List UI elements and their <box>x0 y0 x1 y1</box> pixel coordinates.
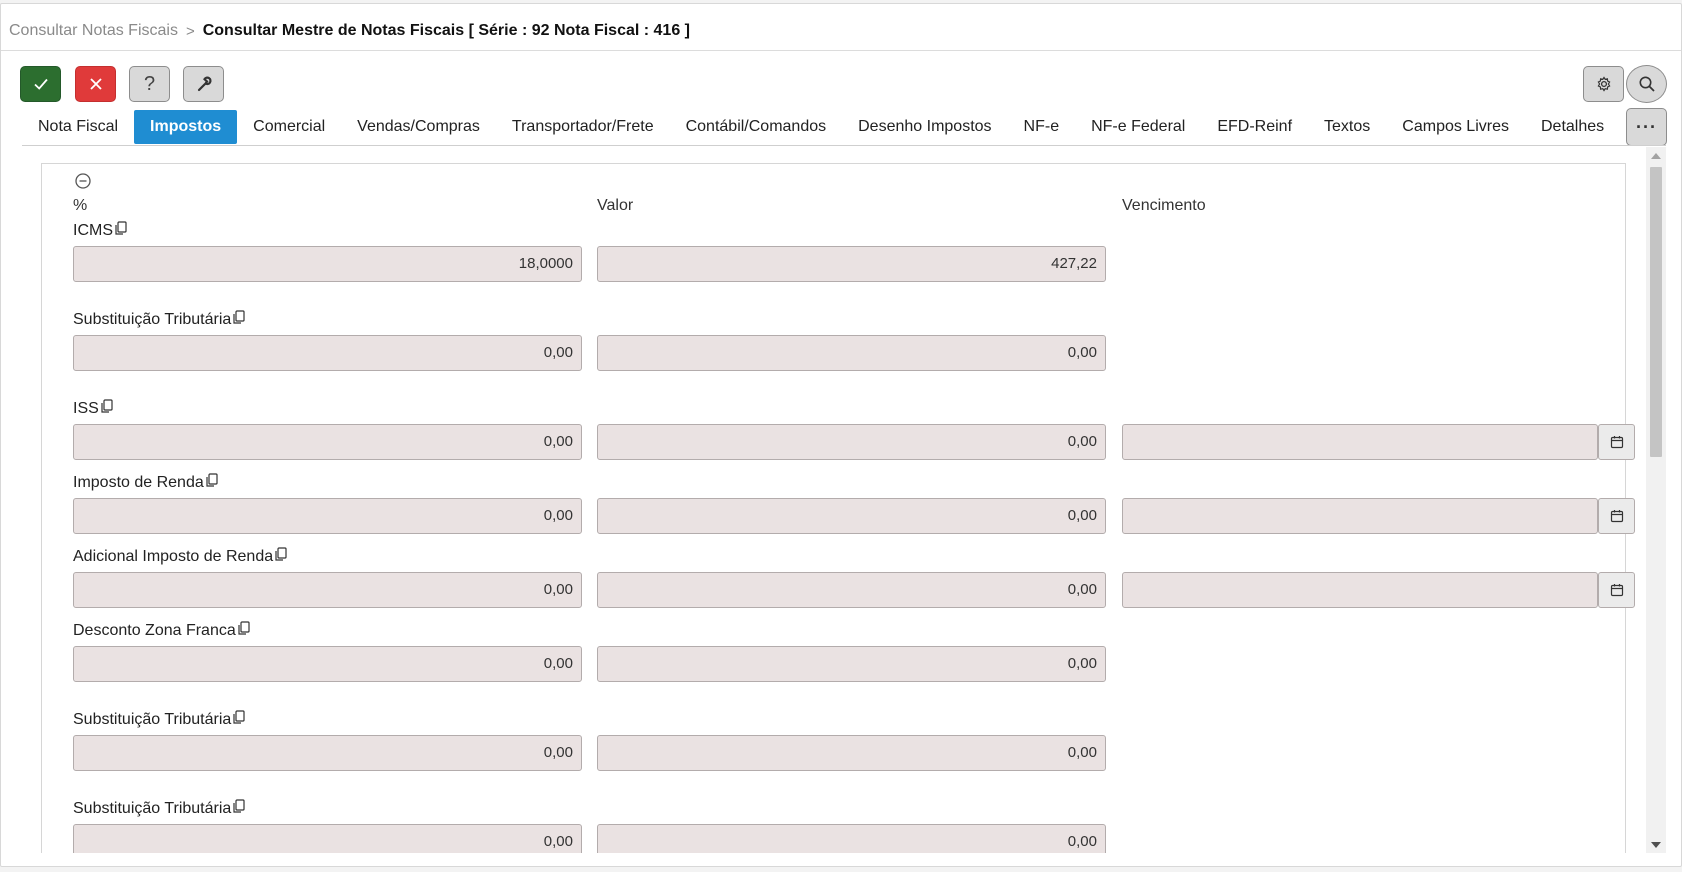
check-icon <box>33 78 48 90</box>
row-label-iss: ISS <box>73 399 114 418</box>
row-label-imposto-de-renda: Imposto de Renda <box>73 473 219 492</box>
breadcrumb-parent-link[interactable]: Consultar Notas Fiscais <box>9 22 178 40</box>
row-label-adicional-imposto-de-renda: Adicional Imposto de Renda <box>73 547 288 566</box>
scrollbar-thumb[interactable] <box>1650 167 1662 457</box>
tab-nfe[interactable]: NF-e <box>1008 110 1076 144</box>
st3-value-field[interactable]: 0,00 <box>597 824 1106 853</box>
copy-icon[interactable] <box>232 710 246 725</box>
tax-panel: % Valor Vencimento ICMS 18,0000 427,22 S… <box>41 163 1635 853</box>
row-label-icms: ICMS <box>73 221 128 240</box>
tab-nota-fiscal[interactable]: Nota Fiscal <box>22 110 134 144</box>
ir-value-field[interactable]: 0,00 <box>597 498 1106 534</box>
copy-icon[interactable] <box>274 547 288 562</box>
st3-percent-field[interactable]: 0,00 <box>73 824 582 853</box>
row-label-substituicao-tributaria: Substituição Tributária <box>73 310 246 329</box>
tab-contabil-comandos[interactable]: Contábil/Comandos <box>670 110 843 144</box>
tab-efd-reinf[interactable]: EFD-Reinf <box>1201 110 1308 144</box>
tab-vendas-compras[interactable]: Vendas/Compras <box>341 110 496 144</box>
copy-icon[interactable] <box>100 399 114 414</box>
iss-value-field[interactable]: 0,00 <box>597 424 1106 460</box>
row-label-substituicao-tributaria-3: Substituição Tributária <box>73 799 246 818</box>
tab-transportador-frete[interactable]: Transportador/Frete <box>496 110 670 144</box>
ir-percent-field[interactable]: 0,00 <box>73 498 582 534</box>
st2-value-field[interactable]: 0,00 <box>597 735 1106 771</box>
air-due-date-field[interactable] <box>1122 572 1598 608</box>
help-button[interactable]: ? <box>129 66 170 102</box>
copy-icon[interactable] <box>232 799 246 814</box>
air-value-field[interactable]: 0,00 <box>597 572 1106 608</box>
wrench-icon <box>197 76 212 92</box>
tab-bar: Nota Fiscal Impostos Comercial Vendas/Co… <box>22 110 1620 144</box>
window: Consultar Notas Fiscais > Consultar Mest… <box>0 3 1682 867</box>
column-header-value: Valor <box>597 197 634 214</box>
st-value-field[interactable]: 0,00 <box>597 335 1106 371</box>
tab-nfe-federal[interactable]: NF-e Federal <box>1075 110 1201 144</box>
ir-calendar-button[interactable] <box>1598 498 1635 534</box>
st2-percent-field[interactable]: 0,00 <box>73 735 582 771</box>
copy-icon[interactable] <box>205 473 219 488</box>
icms-percent-field[interactable]: 18,0000 <box>73 246 582 282</box>
tab-impostos[interactable]: Impostos <box>134 110 238 144</box>
st-percent-field[interactable]: 0,00 <box>73 335 582 371</box>
page-title: Consultar Mestre de Notas Fiscais [ Séri… <box>202 22 690 39</box>
dzf-percent-field[interactable]: 0,00 <box>73 646 582 682</box>
dzf-value-field[interactable]: 0,00 <box>597 646 1106 682</box>
ir-due-date-field[interactable] <box>1122 498 1598 534</box>
copy-icon[interactable] <box>237 621 251 636</box>
column-header-percent: % <box>73 197 88 214</box>
breadcrumb-separator: > <box>185 22 195 40</box>
tab-desenho-impostos[interactable]: Desenho Impostos <box>842 110 1007 144</box>
calendar-icon <box>1610 510 1623 523</box>
search-icon <box>1639 76 1655 92</box>
icms-value-field[interactable]: 427,22 <box>597 246 1106 282</box>
row-label-substituicao-tributaria-2: Substituição Tributária <box>73 710 246 729</box>
scroll-up-arrow-icon[interactable] <box>1651 153 1661 159</box>
air-calendar-button[interactable] <box>1598 572 1635 608</box>
calendar-icon <box>1610 584 1623 597</box>
collapse-icon[interactable] <box>74 172 92 190</box>
gear-icon <box>1597 76 1610 92</box>
tax-form: % Valor Vencimento ICMS 18,0000 427,22 S… <box>23 147 1643 853</box>
tools-button[interactable] <box>183 66 224 102</box>
cancel-button[interactable] <box>75 66 116 102</box>
more-tabs-button[interactable]: ··· <box>1626 108 1667 146</box>
tab-comercial[interactable]: Comercial <box>237 110 341 144</box>
tab-divider <box>22 145 1666 146</box>
search-button[interactable] <box>1626 65 1667 103</box>
iss-percent-field[interactable]: 0,00 <box>73 424 582 460</box>
column-header-due: Vencimento <box>1122 197 1206 214</box>
close-icon <box>89 78 102 90</box>
row-label-desconto-zona-franca: Desconto Zona Franca <box>73 621 251 640</box>
tab-campos-livres[interactable]: Campos Livres <box>1386 110 1525 144</box>
air-percent-field[interactable]: 0,00 <box>73 572 582 608</box>
tab-textos[interactable]: Textos <box>1308 110 1386 144</box>
tab-detalhes[interactable]: Detalhes <box>1525 110 1620 144</box>
calendar-icon <box>1610 436 1623 449</box>
settings-button[interactable] <box>1583 66 1624 102</box>
copy-icon[interactable] <box>232 310 246 325</box>
copy-icon[interactable] <box>114 221 128 236</box>
iss-due-date-field[interactable] <box>1122 424 1598 460</box>
scroll-down-arrow-icon[interactable] <box>1651 842 1661 848</box>
vertical-scrollbar[interactable] <box>1646 147 1666 853</box>
iss-calendar-button[interactable] <box>1598 424 1635 460</box>
breadcrumb: Consultar Notas Fiscais > Consultar Mest… <box>9 20 690 42</box>
header-divider <box>1 50 1681 51</box>
confirm-button[interactable] <box>20 66 61 102</box>
